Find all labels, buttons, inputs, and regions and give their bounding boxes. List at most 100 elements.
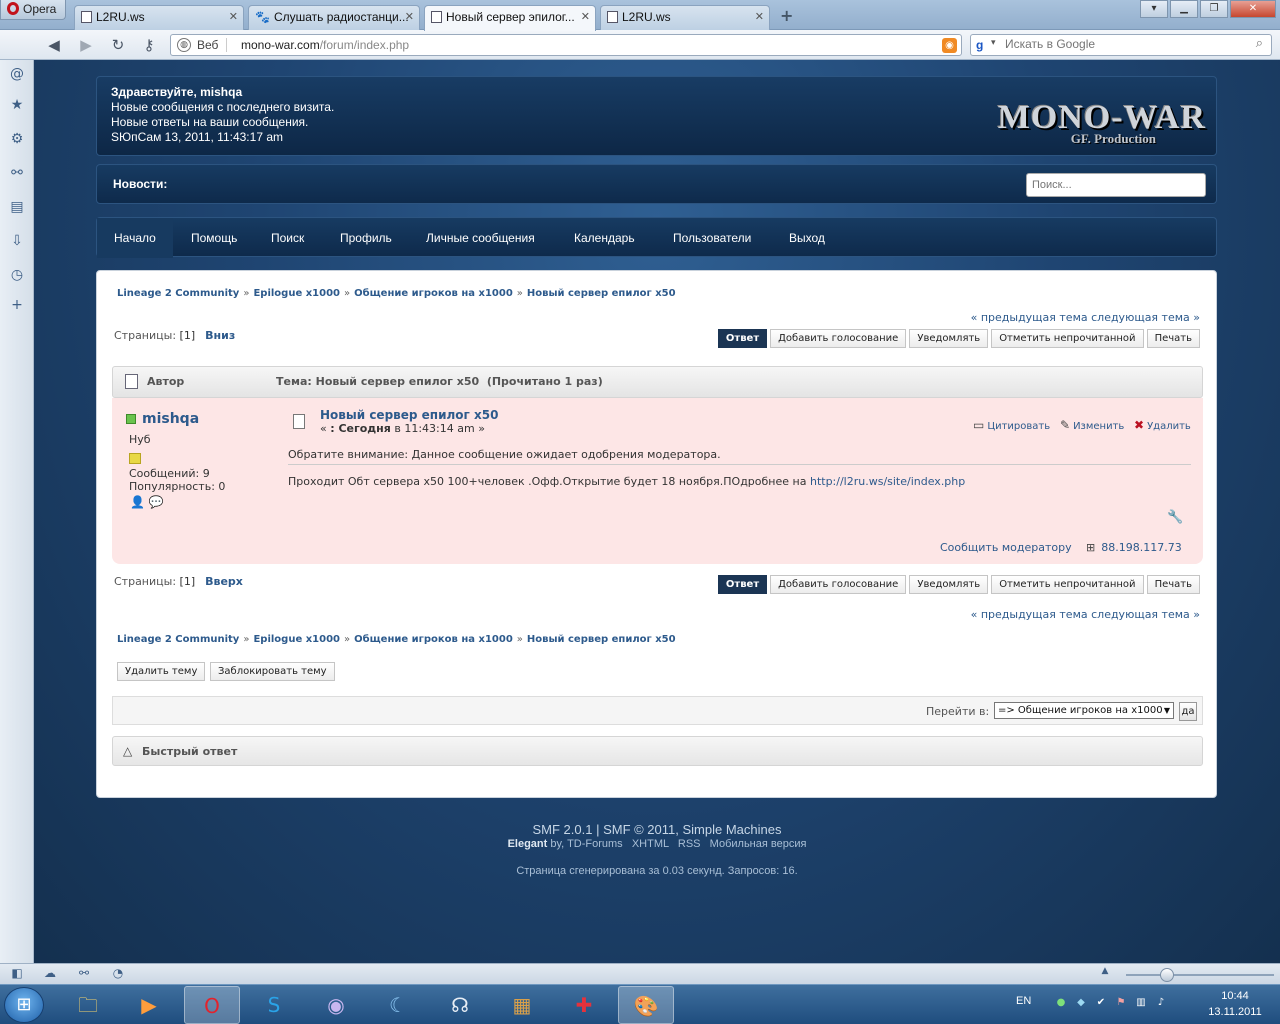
bookmarks-icon[interactable]: ★ [8,96,26,114]
add-panel-icon[interactable]: + [8,296,26,314]
go-up-link[interactable]: Вверх [205,575,243,588]
delete-button[interactable]: ✖ Удалить [1134,418,1191,432]
start-button[interactable]: ⊞ [4,987,44,1023]
add-poll-button[interactable]: Добавить голосование [770,575,907,594]
post-title[interactable]: Новый сервер епилог x50 [320,408,498,422]
tab-radio[interactable]: 🐾 Слушать радиостанци... ✕ [248,5,420,30]
collapse-icon[interactable]: △ [123,744,132,758]
chevron-down-icon[interactable]: ▾ [991,38,996,48]
rss-icon[interactable]: ◉ [942,38,957,53]
smf-copyright[interactable]: SMF 2.0.1 | SMF © 2011, Simple Machines [34,822,1280,837]
paint-taskbar-icon[interactable]: 🎨 [618,986,674,1024]
minimize-icon[interactable]: ▁ [1170,0,1198,18]
breadcrumb-item[interactable]: Новый сервер епилог x50 [527,634,676,645]
breadcrumb-item[interactable]: Общение игроков на x1000 [354,634,513,645]
profile-icon[interactable]: 👤 [130,495,145,509]
address-bar[interactable]: ◍ Веб mono-war.com/forum/index.php ◉ [170,34,962,56]
notes-icon[interactable]: ▤ [8,198,26,216]
close-tab-icon[interactable]: ✕ [755,10,764,23]
volume-icon[interactable]: ♪ [1154,997,1168,1011]
turbo-icon[interactable]: ☁ [42,966,58,982]
breadcrumb-item[interactable]: Общение игроков на x1000 [354,288,513,299]
tab-l2ru-2[interactable]: L2RU.ws ✕ [600,5,770,30]
menu-item-home[interactable]: Начало [97,218,173,258]
clock-time[interactable]: 10:44 [1200,990,1270,1002]
close-window-icon[interactable]: ✕ [1230,0,1276,18]
breadcrumb-item[interactable]: Epilogue x1000 [253,288,340,299]
address-url[interactable]: mono-war.com/forum/index.php [241,38,409,52]
print-button[interactable]: Печать [1146,575,1200,594]
search-input[interactable] [1005,37,1245,51]
breadcrumb-item[interactable]: Epilogue x1000 [253,634,340,645]
forward-icon[interactable]: ▶ [77,36,95,54]
key-icon[interactable]: ⚷ [140,36,158,54]
menu-item-help[interactable]: Помощь [191,218,237,258]
media-player-taskbar-icon[interactable]: ▶ [121,986,177,1024]
menu-item-calendar[interactable]: Календарь [574,218,635,258]
restore-icon[interactable]: ❐ [1200,0,1228,18]
notify-button[interactable]: Уведомлять [909,329,989,348]
print-button[interactable]: Печать [1146,329,1200,348]
post-link[interactable]: http://l2ru.ws/site/index.php [810,475,965,488]
menu-item-profile[interactable]: Профиль [340,218,392,258]
explorer-taskbar-icon[interactable]: 🗀 [60,986,116,1024]
wrench-icon[interactable]: 🔧 [1167,510,1183,525]
panel-toggle-icon[interactable]: ◧ [9,966,25,982]
breadcrumb-item[interactable]: Lineage 2 Community [117,634,239,645]
prev-next-topic-links[interactable]: « предыдущая тема следующая тема » [971,311,1200,324]
new-posts-link[interactable]: Новые сообщения с последнего визита. [111,100,334,114]
qip-taskbar-icon[interactable]: ☾ [370,986,426,1024]
edit-button[interactable]: ✎ Изменить [1060,418,1124,432]
report-to-moderator-link[interactable]: Сообщить модератору [940,541,1072,554]
zoom-up-icon[interactable]: ▲ [1097,966,1113,982]
new-replies-link[interactable]: Новые ответы на ваши сообщения. [111,115,308,129]
tab-list-icon[interactable]: ▾ [1140,0,1168,18]
remove-topic-button[interactable]: Удалить тему [117,662,206,681]
breadcrumb-item[interactable]: Новый сервер епилог x50 [527,288,676,299]
close-tab-icon[interactable]: ✕ [405,10,414,23]
prev-next-topic-links[interactable]: « предыдущая тема следующая тема » [971,608,1200,621]
menu-item-members[interactable]: Пользователи [673,218,751,258]
jump-to-select[interactable]: => Общение игроков на x1000 ▼ [994,702,1174,719]
opera-menu-button[interactable]: Opera [0,0,66,20]
mark-unread-button[interactable]: Отметить непрочитанной [991,329,1144,348]
menu-item-search[interactable]: Поиск [271,218,304,258]
speed-dial-icon[interactable]: ◔ [110,966,126,982]
quick-reply-header[interactable]: △ Быстрый ответ [112,736,1203,766]
jump-go-button[interactable]: да [1179,702,1197,721]
opera-taskbar-icon[interactable]: O [184,986,240,1024]
close-tab-icon[interactable]: ✕ [229,10,238,23]
tray-icon[interactable]: ◆ [1074,997,1088,1011]
skype-taskbar-icon[interactable]: S [246,986,302,1024]
post-author-name[interactable]: mishqa [142,411,199,427]
quote-button[interactable]: ▭ Цитировать [973,418,1050,432]
zoom-slider-track[interactable] [1126,974,1274,976]
mark-unread-button[interactable]: Отметить непрочитанной [991,575,1144,594]
menu-item-logout[interactable]: Выход [789,218,825,258]
new-tab-icon[interactable]: + [780,6,793,25]
close-tab-icon[interactable]: ✕ [581,10,590,23]
headset-taskbar-icon[interactable]: ☊ [432,986,488,1024]
history-icon[interactable]: ◷ [8,266,26,284]
reply-button[interactable]: Ответ [717,329,768,348]
notify-button[interactable]: Уведомлять [909,575,989,594]
tray-icon[interactable]: ⚑ [1114,997,1128,1011]
google-icon[interactable]: g [976,38,983,52]
unite-status-icon[interactable]: ⚯ [76,966,92,982]
zoom-slider-handle[interactable] [1160,968,1174,982]
mail-icon[interactable]: @ [8,65,26,83]
back-icon[interactable]: ◀ [45,36,63,54]
ip-address[interactable]: ⊞ 88.198.117.73 [1086,541,1182,554]
breadcrumb-item[interactable]: Lineage 2 Community [117,288,239,299]
language-indicator[interactable]: EN [1016,995,1031,1007]
search-box[interactable]: g ▾ ⌕ [970,34,1272,56]
unite-icon[interactable]: ⚯ [8,164,26,182]
search-icon[interactable]: ⌕ [1256,36,1263,51]
lineage-taskbar-icon[interactable]: ▦ [494,986,550,1024]
add-poll-button[interactable]: Добавить голосование [770,329,907,348]
lock-topic-button[interactable]: Заблокировать тему [210,662,335,681]
downloads-icon[interactable]: ⇩ [8,232,26,250]
app-taskbar-icon[interactable]: ◉ [308,986,364,1024]
forum-search-input[interactable] [1026,173,1206,197]
clock-date[interactable]: 13.11.2011 [1200,1006,1270,1018]
